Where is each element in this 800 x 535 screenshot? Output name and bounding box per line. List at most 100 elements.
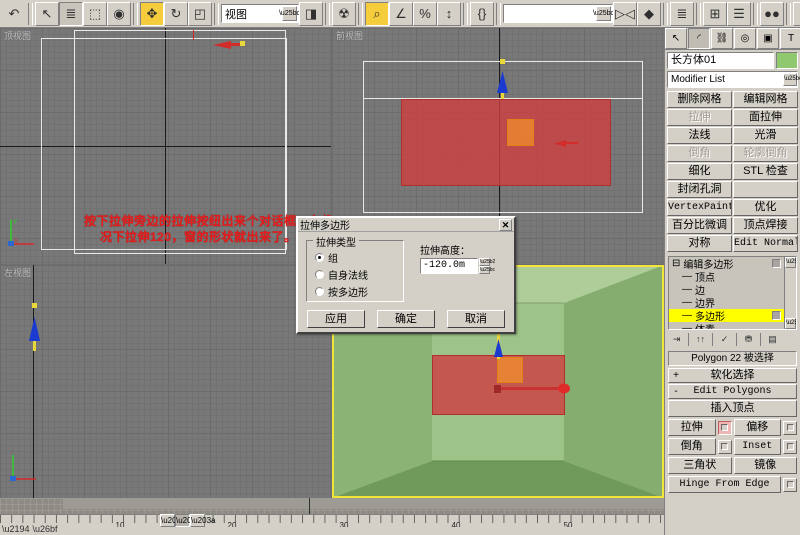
stack-item-checkbox[interactable] (772, 259, 781, 268)
select-by-name-icon[interactable]: ≣ (59, 2, 83, 26)
lock-selection-icon[interactable]: \u26bf (33, 524, 58, 534)
stack-item-0[interactable]: ⊟编辑多边形 (669, 257, 784, 270)
pin-stack-icon[interactable]: ⇥ (668, 331, 685, 347)
key-mode-icon[interactable]: \u2194 (2, 524, 30, 534)
selection-filter-icon[interactable]: ◉ (107, 2, 131, 26)
spinner-snap-toggle-icon[interactable]: ↕ (437, 2, 461, 26)
radio-icon[interactable] (315, 253, 324, 262)
select-object-icon[interactable]: ↖ (35, 2, 59, 26)
edit-polygons-settings-1-0[interactable] (718, 440, 732, 454)
radio-icon[interactable] (315, 270, 324, 279)
command-panel-tab-utilities[interactable]: T (780, 28, 800, 49)
chevron-down-icon[interactable]: \u25bc (783, 73, 797, 86)
curve-editor-icon[interactable]: ⊞ (703, 2, 727, 26)
scroll-up-icon[interactable]: \u25b2 (785, 257, 796, 268)
edit-polygons-button-2-1[interactable]: 镜像 (734, 457, 798, 474)
edit-polygons-button-1-0[interactable]: 倒角 (668, 438, 716, 455)
remove-modifier-icon[interactable]: ⛃ (740, 331, 757, 347)
stack-item-4[interactable]: —多边形 (669, 309, 784, 322)
nav-arrow-1[interactable]: \u203a (160, 514, 175, 527)
edit-polygons-button-0-0[interactable]: 拉伸 (668, 419, 716, 436)
modifier-button-3[interactable]: 面拉伸 (733, 109, 798, 126)
mirror-icon[interactable]: ▷◁ (613, 2, 637, 26)
edit-polygons-button-2-0[interactable]: 三角状 (668, 457, 732, 474)
timeline-ruler[interactable]: 1020304050 (0, 514, 664, 527)
undo-icon[interactable]: ↶ (2, 2, 26, 26)
radio-option-1[interactable]: 自身法线 (315, 267, 403, 282)
stack-item-5[interactable]: —体素 (669, 322, 784, 330)
modifier-button-5[interactable]: 光滑 (733, 127, 798, 144)
close-icon[interactable]: ✕ (499, 219, 512, 231)
configure-modifier-sets-icon[interactable]: ▤ (764, 331, 781, 347)
radio-option-0[interactable]: 组 (315, 250, 403, 265)
rectangular-selection-region-icon[interactable]: ⬚ (83, 2, 107, 26)
modifier-button-12[interactable]: VertexPaint (667, 199, 732, 216)
hinge-from-edge-settings-button[interactable] (783, 478, 797, 492)
select-and-move-icon[interactable]: ✥ (140, 2, 164, 26)
modifier-button-1[interactable]: 编辑网格 (733, 91, 798, 108)
viewport-left[interactable]: 左视图 (0, 265, 331, 498)
edit-polygons-button-0-1[interactable]: 偏移 (734, 419, 782, 436)
material-editor-icon[interactable]: ●● (760, 2, 784, 26)
align-icon[interactable]: ◆ (637, 2, 661, 26)
modifier-button-13[interactable]: 优化 (733, 199, 798, 216)
hinge-from-edge-button[interactable]: Hinge From Edge (668, 476, 781, 493)
dialog-titlebar[interactable]: 拉伸多边形 ✕ (298, 218, 514, 232)
schematic-view-icon[interactable]: ☰ (727, 2, 751, 26)
command-panel-tab-hierarchy[interactable]: ⛓ (711, 28, 733, 49)
object-name-input[interactable]: 长方体01 (667, 52, 774, 69)
collapse-toggle-icon[interactable]: - (669, 385, 683, 398)
angle-snap-toggle-icon[interactable]: ∠ (389, 2, 413, 26)
select-and-scale-icon[interactable]: ◰ (188, 2, 212, 26)
reference-coordinate-system-dropdown[interactable]: 视图 \u25bc (221, 4, 299, 23)
radio-option-2[interactable]: 按多边形 (315, 284, 403, 299)
apply-button[interactable]: 应用 (307, 310, 365, 328)
expand-toggle-icon[interactable]: + (669, 369, 683, 382)
rollout-soft-selection[interactable]: + 软化选择 (668, 368, 797, 383)
modifier-button-2[interactable]: 拉伸 (667, 109, 732, 126)
modifier-button-4[interactable]: 法线 (667, 127, 732, 144)
stack-item-2[interactable]: —边 (669, 283, 784, 296)
stack-item-3[interactable]: —边界 (669, 296, 784, 309)
snap-toggle-3-icon[interactable]: ⌕ (365, 2, 389, 26)
modifier-button-14[interactable]: 百分比微调 (667, 217, 732, 234)
rollout-edit-polygons[interactable]: - Edit Polygons (668, 384, 797, 399)
modifier-button-15[interactable]: 顶点焊接 (733, 217, 798, 234)
layer-manager-icon[interactable]: ≣ (670, 2, 694, 26)
cancel-button[interactable]: 取消 (447, 310, 505, 328)
modifier-button-6[interactable]: 倒角 (667, 145, 732, 162)
stack-item-1[interactable]: —顶点 (669, 270, 784, 283)
use-pivot-point-center-icon[interactable]: ◨ (299, 2, 323, 26)
chevron-down-icon[interactable]: \u25bc (282, 6, 297, 21)
command-panel-tab-display[interactable]: ▣ (757, 28, 779, 49)
select-and-rotate-icon[interactable]: ↻ (164, 2, 188, 26)
modifier-button-8[interactable]: 细化 (667, 163, 732, 180)
render-scene-icon[interactable]: ◔ (793, 2, 800, 26)
modifier-button-17[interactable]: Edit Normal (733, 235, 798, 252)
command-panel-tab-create[interactable]: ↖ (665, 28, 687, 49)
ok-button[interactable]: 确定 (377, 310, 435, 328)
modifier-button-9[interactable]: STL 检查 (733, 163, 798, 180)
command-panel-tab-modify[interactable]: ◜ (688, 28, 710, 49)
modifier-button-7[interactable]: 轮廓倒角 (733, 145, 798, 162)
viewport-top[interactable]: Y X 顶视图 按下拉伸旁边的拉伸按纽出来个对话框，在组的情 况下拉伸120，窗… (0, 28, 331, 264)
show-end-result-icon[interactable]: ↑↑ (692, 331, 709, 347)
object-color-swatch[interactable] (776, 52, 798, 69)
extrude-height-spinner[interactable]: \u25b2 \u25bc (479, 258, 490, 274)
scroll-down-icon[interactable]: \u25bc (785, 318, 796, 329)
extrude-height-input[interactable]: -120.0m (420, 258, 478, 274)
edit-polygons-settings-0-0[interactable] (718, 421, 732, 435)
modifier-list-dropdown[interactable]: Modifier List \u25bc (667, 71, 798, 88)
track-bar-background[interactable] (0, 498, 664, 514)
edit-polygons-button-1-1[interactable]: Inset (734, 438, 782, 455)
edit-polygons-settings-0-1[interactable] (783, 421, 797, 435)
named-selection-sets-icon[interactable]: {} (470, 2, 494, 26)
edit-polygons-settings-1-1[interactable] (783, 440, 797, 454)
radio-icon[interactable] (315, 287, 324, 296)
stack-item-checkbox[interactable] (772, 311, 781, 320)
select-and-manipulate-icon[interactable]: ☢ (332, 2, 356, 26)
modifier-button-10[interactable]: 封闭孔洞 (667, 181, 732, 198)
named-selection-sets-input[interactable]: \u25bc (503, 4, 613, 23)
chevron-down-icon[interactable]: \u25bc (596, 6, 611, 21)
percent-snap-toggle-icon[interactable]: % (413, 2, 437, 26)
